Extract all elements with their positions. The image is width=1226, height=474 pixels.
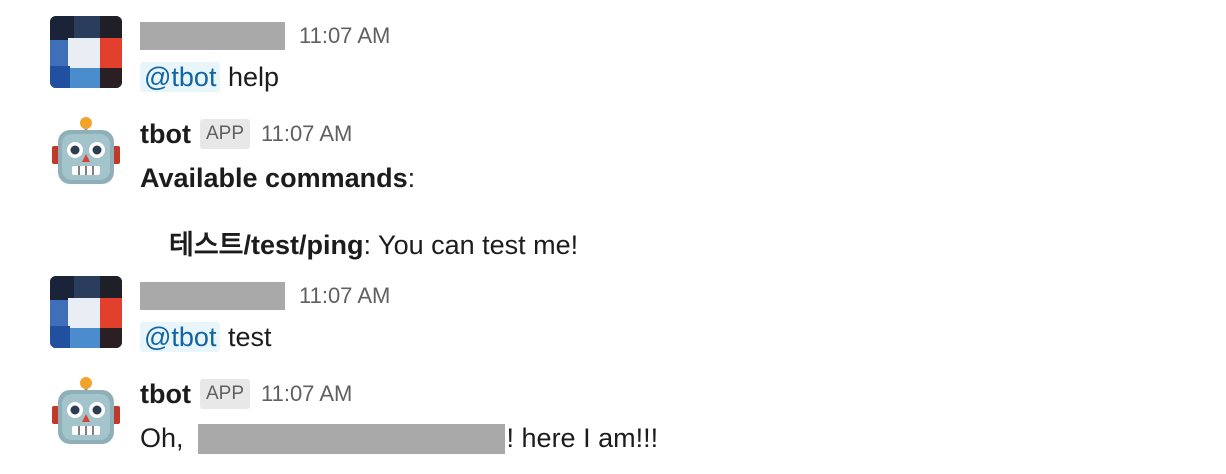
timestamp[interactable]: 11:07 AM <box>299 283 390 309</box>
timestamp[interactable]: 11:07 AM <box>299 23 390 49</box>
message-text: Oh, ! here I am!!! <box>140 423 658 454</box>
reply-prefix: Oh, <box>140 423 184 453</box>
reply-suffix: ! here I am!!! <box>506 423 659 453</box>
message-header: 11:07 AM <box>140 20 390 52</box>
redacted-mention <box>197 423 505 454</box>
bot-avatar-icon[interactable] <box>50 376 122 448</box>
message-heading: Available commands: <box>140 163 415 194</box>
timestamp[interactable]: 11:07 AM <box>261 121 352 147</box>
user-avatar-icon[interactable] <box>50 16 122 88</box>
message-content: test <box>227 322 272 352</box>
command-description: : You can test me! <box>363 230 579 260</box>
mention-tbot[interactable]: @tbot <box>140 322 221 352</box>
message-text: @tbot help <box>140 62 279 93</box>
heading-text: Available commands <box>140 163 408 193</box>
bot-name[interactable]: tbot <box>140 379 191 410</box>
bot-name[interactable]: tbot <box>140 119 191 150</box>
redacted-username <box>140 22 285 50</box>
user-avatar-icon[interactable] <box>50 276 122 348</box>
timestamp[interactable]: 11:07 AM <box>261 381 352 407</box>
mention-tbot[interactable]: @tbot <box>140 62 221 92</box>
message-text: @tbot test <box>140 322 272 353</box>
message-header: tbot APP 11:07 AM <box>140 378 352 410</box>
redacted-username <box>140 282 285 310</box>
message-header: 11:07 AM <box>140 280 390 312</box>
heading-colon: : <box>407 163 416 193</box>
message-header: tbot APP 11:07 AM <box>140 118 352 150</box>
app-badge: APP <box>199 379 250 409</box>
app-badge: APP <box>199 119 250 149</box>
command-name: 테스트/test/ping <box>169 230 364 260</box>
message-content: help <box>227 62 280 92</box>
command-item: 테스트/test/ping: You can test me! <box>169 223 578 262</box>
bot-avatar-icon[interactable] <box>50 116 122 188</box>
